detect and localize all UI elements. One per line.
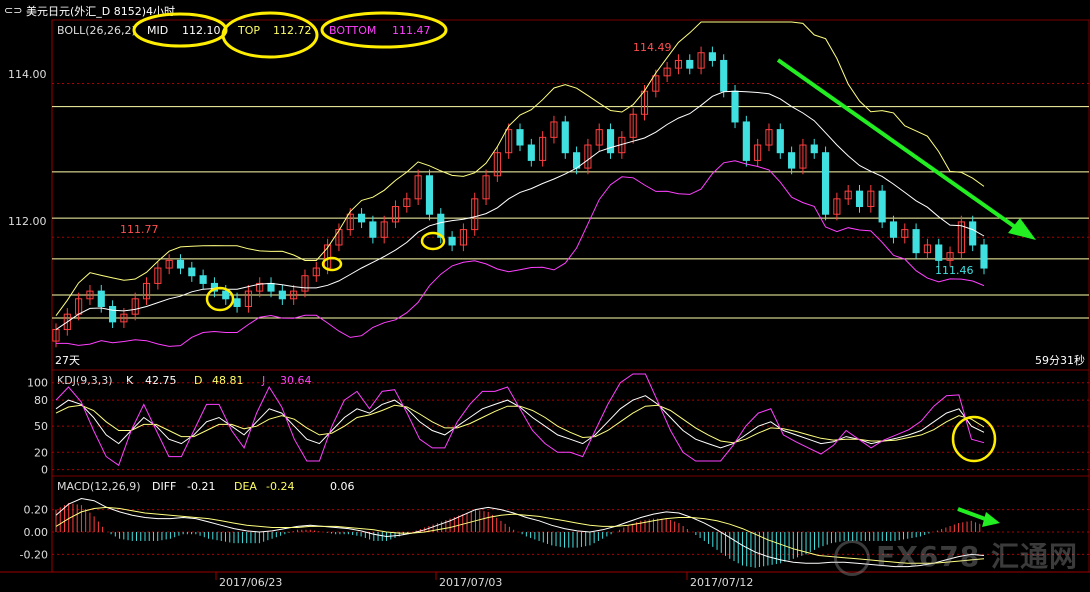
macd-hist-value: 0.06 — [330, 480, 355, 493]
candle — [97, 290, 105, 307]
candle — [109, 305, 117, 323]
candle — [742, 121, 750, 161]
fx678-logo-icon — [834, 540, 871, 576]
boll-label: BOLL(26,26,2) — [57, 24, 136, 37]
x-tick-label-2: 2017/07/03 — [439, 576, 502, 589]
candle — [720, 59, 728, 92]
price-tick-114: 114.00 — [8, 68, 47, 81]
kdj-tick-label: 50 — [34, 420, 48, 433]
candle — [176, 259, 185, 269]
candlestick-series — [52, 46, 988, 348]
candle — [516, 129, 524, 146]
candle — [278, 290, 286, 300]
kdj-j-line — [55, 373, 985, 467]
candle — [369, 221, 377, 238]
candle — [222, 290, 230, 300]
candle — [357, 213, 366, 223]
kdj-j-value: 30.64 — [280, 374, 312, 387]
macd-tick-label: 0.00 — [24, 526, 49, 539]
annotation-low: 111.46 — [935, 264, 974, 277]
candle — [788, 152, 796, 169]
candle — [969, 221, 977, 246]
kdj-k-label: K — [126, 374, 134, 387]
candle — [199, 275, 207, 284]
candle — [708, 52, 716, 61]
boll-top-label: TOP — [237, 24, 260, 37]
boll-top-value: 112.72 — [273, 24, 312, 37]
macd-arrow-line — [957, 507, 989, 522]
kdj-grid-lines — [52, 382, 1089, 471]
candle — [686, 59, 694, 69]
candle — [935, 244, 943, 261]
candle — [821, 152, 830, 215]
period-label: 27天 — [55, 354, 80, 367]
macd-tick-label: -0.20 — [20, 548, 48, 561]
highlight-circle-kdj — [951, 415, 997, 463]
trend-arrow-head — [1008, 218, 1036, 240]
kdj-d-label: D — [194, 374, 202, 387]
macd-dea-label: DEA — [234, 480, 257, 493]
candle — [980, 244, 988, 269]
candle — [527, 144, 535, 161]
candle — [188, 267, 196, 277]
countdown-timer: 59分31秒 — [1035, 353, 1085, 367]
highlight-circle-support-2 — [321, 256, 343, 272]
macd-y-ticks: 0.20 0.00 -0.20 — [20, 504, 48, 562]
boll-mid-value: 112.10 — [182, 24, 221, 37]
boll-bottom-value: 111.47 — [392, 24, 431, 37]
candle — [233, 298, 241, 307]
kdj-k-line — [55, 395, 985, 449]
window-menu-icon[interactable]: ⊂⊃ — [4, 4, 22, 17]
candle — [889, 221, 898, 238]
candle — [267, 282, 275, 292]
candle — [425, 175, 434, 215]
kdj-tick-label: 80 — [34, 394, 48, 407]
kdj-j-label: J — [261, 374, 265, 387]
kdj-y-ticks: 100 80 50 20 0 — [27, 377, 48, 477]
candle — [448, 236, 456, 246]
kdj-tick-label: 20 — [34, 446, 48, 459]
macd-diff-value: -0.21 — [187, 480, 215, 493]
kdj-tick-label: 100 — [27, 377, 48, 390]
forex-chart[interactable]: ⊂⊃ 美元日元(外汇_D 8152)4小时 BOLL(26,26,2) MID … — [0, 0, 1090, 592]
macd-diff-label: DIFF — [152, 480, 176, 493]
kdj-label: KDJ(9,3,3) — [57, 374, 113, 387]
x-tick-label-1: 2017/06/23 — [219, 576, 282, 589]
kdj-k-value: 42.75 — [145, 374, 177, 387]
kdj-d-value: 48.81 — [212, 374, 244, 387]
kdj-tick-label: 0 — [41, 464, 48, 477]
candle — [810, 144, 818, 154]
candle — [855, 190, 864, 208]
watermark: FX678 汇通网 — [834, 535, 1078, 576]
candle — [561, 121, 569, 154]
candle — [573, 152, 581, 169]
boll-mid-label: MID — [147, 24, 168, 37]
candle — [912, 229, 920, 254]
boll-bottom-line — [56, 160, 985, 347]
annotation-high: 114.49 — [633, 41, 672, 54]
candle — [731, 90, 739, 123]
candle — [776, 129, 784, 154]
boll-bottom-label: BOTTOM — [329, 24, 376, 37]
annotation-peak-left: 111.77 — [120, 223, 159, 236]
kdj-panel-frame — [51, 369, 1090, 477]
macd-label: MACD(12,26,9) — [57, 480, 141, 493]
price-panel-frame — [51, 19, 1090, 371]
candle — [878, 190, 886, 223]
macd-tick-label: 0.20 — [24, 504, 49, 517]
macd-dea-value: -0.24 — [266, 480, 294, 493]
macd-arrow-head — [982, 512, 1000, 527]
x-tick-label-3: 2017/07/12 — [690, 576, 753, 589]
price-tick-112: 112.00 — [8, 215, 47, 228]
candle — [606, 129, 615, 154]
